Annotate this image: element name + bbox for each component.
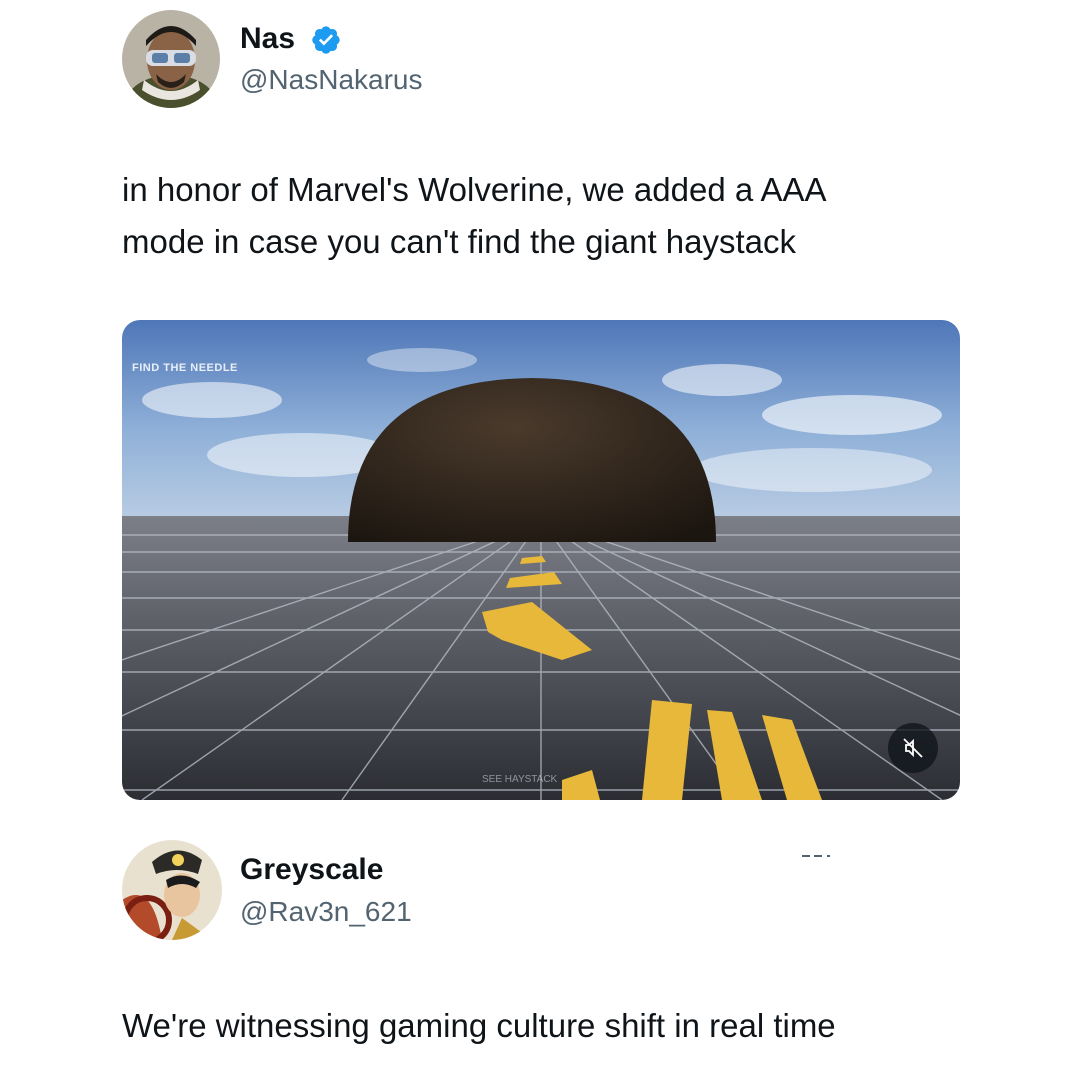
tweet-text: in honor of Marvel's Wolverine, we added… — [122, 164, 1022, 268]
reply-tweet: Greyscale @Rav3n_621 We're witnessing ga… — [0, 820, 1080, 1075]
reply-text: We're witnessing gaming culture shift in… — [122, 1007, 836, 1044]
author-handle[interactable]: @NasNakarus — [240, 64, 422, 96]
tweet-text-line-2: mode in case you can't find the giant ha… — [122, 223, 797, 260]
original-tweet: Nas @NasNakarus in honor of Marvel's Wol… — [0, 0, 1080, 820]
author-name[interactable]: Greyscale — [240, 853, 383, 887]
hud-label: FIND THE NEEDLE — [132, 362, 238, 374]
avatar[interactable] — [122, 840, 222, 940]
more-icon[interactable] — [800, 848, 836, 858]
mute-button[interactable] — [888, 723, 938, 773]
mute-icon — [901, 736, 925, 760]
video-frame: SEE HAYSTACK — [122, 320, 960, 800]
author-name[interactable]: Nas — [240, 22, 295, 56]
verified-badge-icon — [310, 24, 342, 56]
tweet-text-line-1: in honor of Marvel's Wolverine, we added… — [122, 171, 827, 208]
avatar[interactable] — [122, 10, 220, 108]
video-player[interactable]: SEE HAYSTACK FIND THE NEEDLE — [122, 320, 960, 800]
author-handle[interactable]: @Rav3n_621 — [240, 896, 412, 928]
svg-text:SEE HAYSTACK: SEE HAYSTACK — [482, 774, 558, 785]
